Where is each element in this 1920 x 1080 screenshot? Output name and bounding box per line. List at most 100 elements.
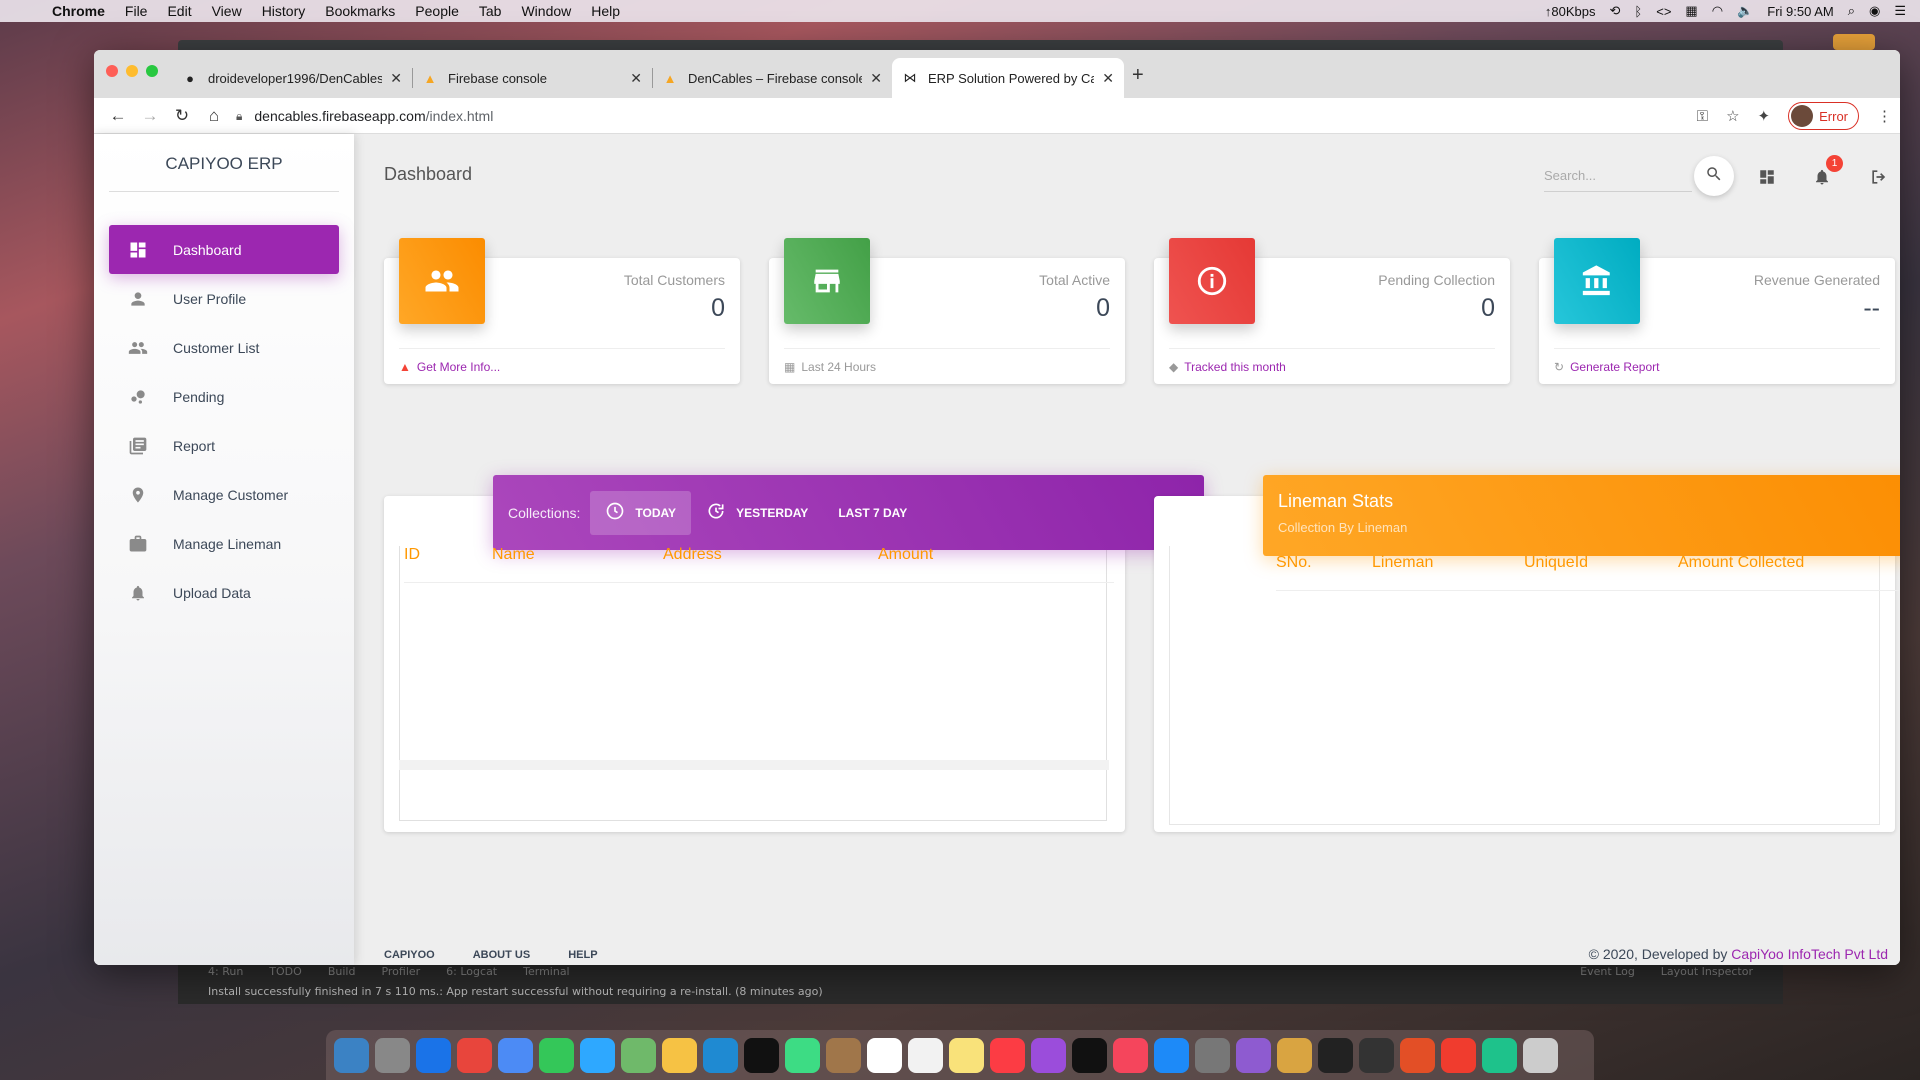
get-more-info-link[interactable]: Get More Info... — [417, 360, 500, 374]
footer-link-help[interactable]: HELP — [568, 949, 597, 961]
browser-tab-dencables-firebase[interactable]: ▲ DenCables – Firebase console ✕ — [652, 58, 892, 98]
search-input[interactable]: Search... — [1544, 162, 1692, 192]
menu-people[interactable]: People — [415, 3, 459, 19]
tracked-this-month-link[interactable]: Tracked this month — [1184, 360, 1286, 374]
generate-report-link[interactable]: Generate Report — [1570, 360, 1659, 374]
photos-icon[interactable] — [662, 1037, 697, 1073]
forward-arrow-icon[interactable]: → — [134, 106, 166, 126]
code-icon[interactable]: <> — [1656, 4, 1671, 19]
trash-icon[interactable] — [1523, 1037, 1558, 1073]
lock-icon[interactable]: 🔒︎ — [236, 109, 242, 124]
control-list-icon[interactable]: ☰ — [1894, 3, 1906, 19]
preview-icon[interactable] — [498, 1037, 533, 1073]
horizontal-scrollbar[interactable] — [399, 760, 1109, 770]
volume-icon[interactable]: 🔈 — [1737, 3, 1753, 19]
facetime-icon[interactable] — [539, 1037, 574, 1073]
ide-tool-run[interactable]: 4: Run — [208, 965, 243, 978]
terminal-icon[interactable] — [1318, 1037, 1353, 1073]
intellij-icon[interactable] — [744, 1037, 779, 1073]
tab-today[interactable]: TODAY — [590, 490, 692, 535]
menu-help[interactable]: Help — [591, 3, 620, 19]
reload-icon[interactable]: ↻ — [166, 106, 198, 126]
git-icon[interactable] — [1441, 1037, 1476, 1073]
menu-history[interactable]: History — [262, 3, 306, 19]
ide-tool-build[interactable]: Build — [328, 965, 356, 978]
tab-yesterday[interactable]: YESTERDAY — [691, 491, 823, 535]
sidebar-item-pending[interactable]: Pending — [109, 372, 339, 421]
safari-icon[interactable] — [416, 1037, 451, 1073]
browser-tab-github[interactable]: ● droideveloper1996/DenCables ✕ — [172, 58, 412, 98]
close-tab-icon[interactable]: ✕ — [630, 70, 642, 87]
close-tab-icon[interactable]: ✕ — [1102, 70, 1114, 87]
menu-file[interactable]: File — [125, 3, 148, 19]
footer-link-capiyoo[interactable]: CAPIYOO — [384, 949, 435, 961]
new-tab-button[interactable]: + — [1132, 64, 1144, 87]
system-preferences-icon[interactable] — [1195, 1037, 1230, 1073]
menu-window[interactable]: Window — [521, 3, 571, 19]
sidebar-item-upload-data[interactable]: Upload Data — [109, 568, 339, 617]
android-studio-icon[interactable] — [785, 1037, 820, 1073]
back-arrow-icon[interactable]: ← — [102, 106, 134, 126]
menu-app-name[interactable]: Chrome — [52, 3, 105, 19]
emulator-icon[interactable] — [1482, 1037, 1517, 1073]
app-store-icon[interactable] — [1154, 1037, 1189, 1073]
dashboard-grid-icon[interactable] — [1756, 166, 1778, 188]
tab-last-7-day[interactable]: LAST 7 DAY — [823, 491, 922, 535]
chrome-icon[interactable] — [457, 1037, 492, 1073]
sidebar-item-dashboard[interactable]: Dashboard — [109, 225, 339, 274]
flag-icon[interactable]: ▦ — [1685, 3, 1697, 19]
ide-tool-profiler[interactable]: Profiler — [381, 965, 420, 978]
ide-tool-todo[interactable]: TODO — [269, 965, 302, 978]
postman-icon[interactable] — [1400, 1037, 1435, 1073]
menu-view[interactable]: View — [212, 3, 242, 19]
sidebar-item-manage-lineman[interactable]: Manage Lineman — [109, 519, 339, 568]
profile-error-button[interactable]: Error — [1788, 102, 1859, 130]
extensions-icon[interactable]: ✦ — [1758, 107, 1771, 125]
ide-tool-logcat[interactable]: 6: Logcat — [446, 965, 497, 978]
company-link[interactable]: CapiYoo InfoTech Pvt Ltd — [1731, 946, 1888, 962]
clock[interactable]: Fri 9:50 AM — [1767, 4, 1833, 19]
messages-icon[interactable] — [580, 1037, 615, 1073]
bluetooth-icon[interactable]: ᛒ — [1634, 4, 1642, 19]
finder-icon[interactable] — [334, 1037, 369, 1073]
siri-icon[interactable]: ◉ — [1869, 3, 1880, 19]
spotlight-search-icon[interactable]: ⌕ — [1848, 3, 1855, 19]
maps-icon[interactable] — [621, 1037, 656, 1073]
vscode-icon[interactable] — [703, 1037, 738, 1073]
browser-tab-erp[interactable]: ⋈ ERP Solution Powered by CapiYoo ✕ — [892, 58, 1124, 98]
minimize-window-button[interactable] — [126, 65, 138, 77]
podcasts-icon[interactable] — [1031, 1037, 1066, 1073]
home-icon[interactable]: ⌂ — [198, 106, 230, 126]
sidebar-item-report[interactable]: Report — [109, 421, 339, 470]
archive-utility-icon[interactable] — [1277, 1037, 1312, 1073]
tv-icon[interactable] — [1072, 1037, 1107, 1073]
address-bar[interactable]: 🔒︎ dencables.firebaseapp.com/index.html — [236, 101, 1816, 131]
menu-bookmarks[interactable]: Bookmarks — [325, 3, 395, 19]
browser-tab-firebase[interactable]: ▲ Firebase console ✕ — [412, 58, 652, 98]
page-title[interactable]: Dashboard — [384, 164, 472, 185]
ide-tool-terminal[interactable]: Terminal — [523, 965, 570, 978]
menu-tab[interactable]: Tab — [479, 3, 502, 19]
logout-icon[interactable] — [1868, 166, 1890, 188]
sidebar-item-customer-list[interactable]: Customer List — [109, 323, 339, 372]
notes-icon[interactable] — [949, 1037, 984, 1073]
reminders-icon[interactable] — [908, 1037, 943, 1073]
footer-link-about-us[interactable]: ABOUT US — [473, 949, 530, 961]
close-tab-icon[interactable]: ✕ — [870, 70, 882, 87]
more-menu-icon[interactable]: ⋮ — [1877, 107, 1892, 125]
key-icon[interactable]: ⚿ — [1697, 108, 1708, 125]
calendar-icon[interactable] — [867, 1037, 902, 1073]
contacts-icon[interactable] — [826, 1037, 861, 1073]
ide-tool-layout-inspector[interactable]: Layout Inspector — [1661, 965, 1753, 978]
activity-monitor-icon[interactable] — [1359, 1037, 1394, 1073]
sidebar-item-user-profile[interactable]: User Profile — [109, 274, 339, 323]
close-tab-icon[interactable]: ✕ — [390, 70, 402, 87]
music-icon[interactable] — [990, 1037, 1025, 1073]
news-icon[interactable] — [1113, 1037, 1148, 1073]
ide-tool-event-log[interactable]: Event Log — [1580, 965, 1635, 978]
bookmark-star-icon[interactable]: ☆ — [1726, 107, 1739, 125]
menu-edit[interactable]: Edit — [167, 3, 191, 19]
launchpad-icon[interactable] — [375, 1037, 410, 1073]
sidebar-item-manage-customer[interactable]: Manage Customer — [109, 470, 339, 519]
zoom-window-button[interactable] — [146, 65, 158, 77]
